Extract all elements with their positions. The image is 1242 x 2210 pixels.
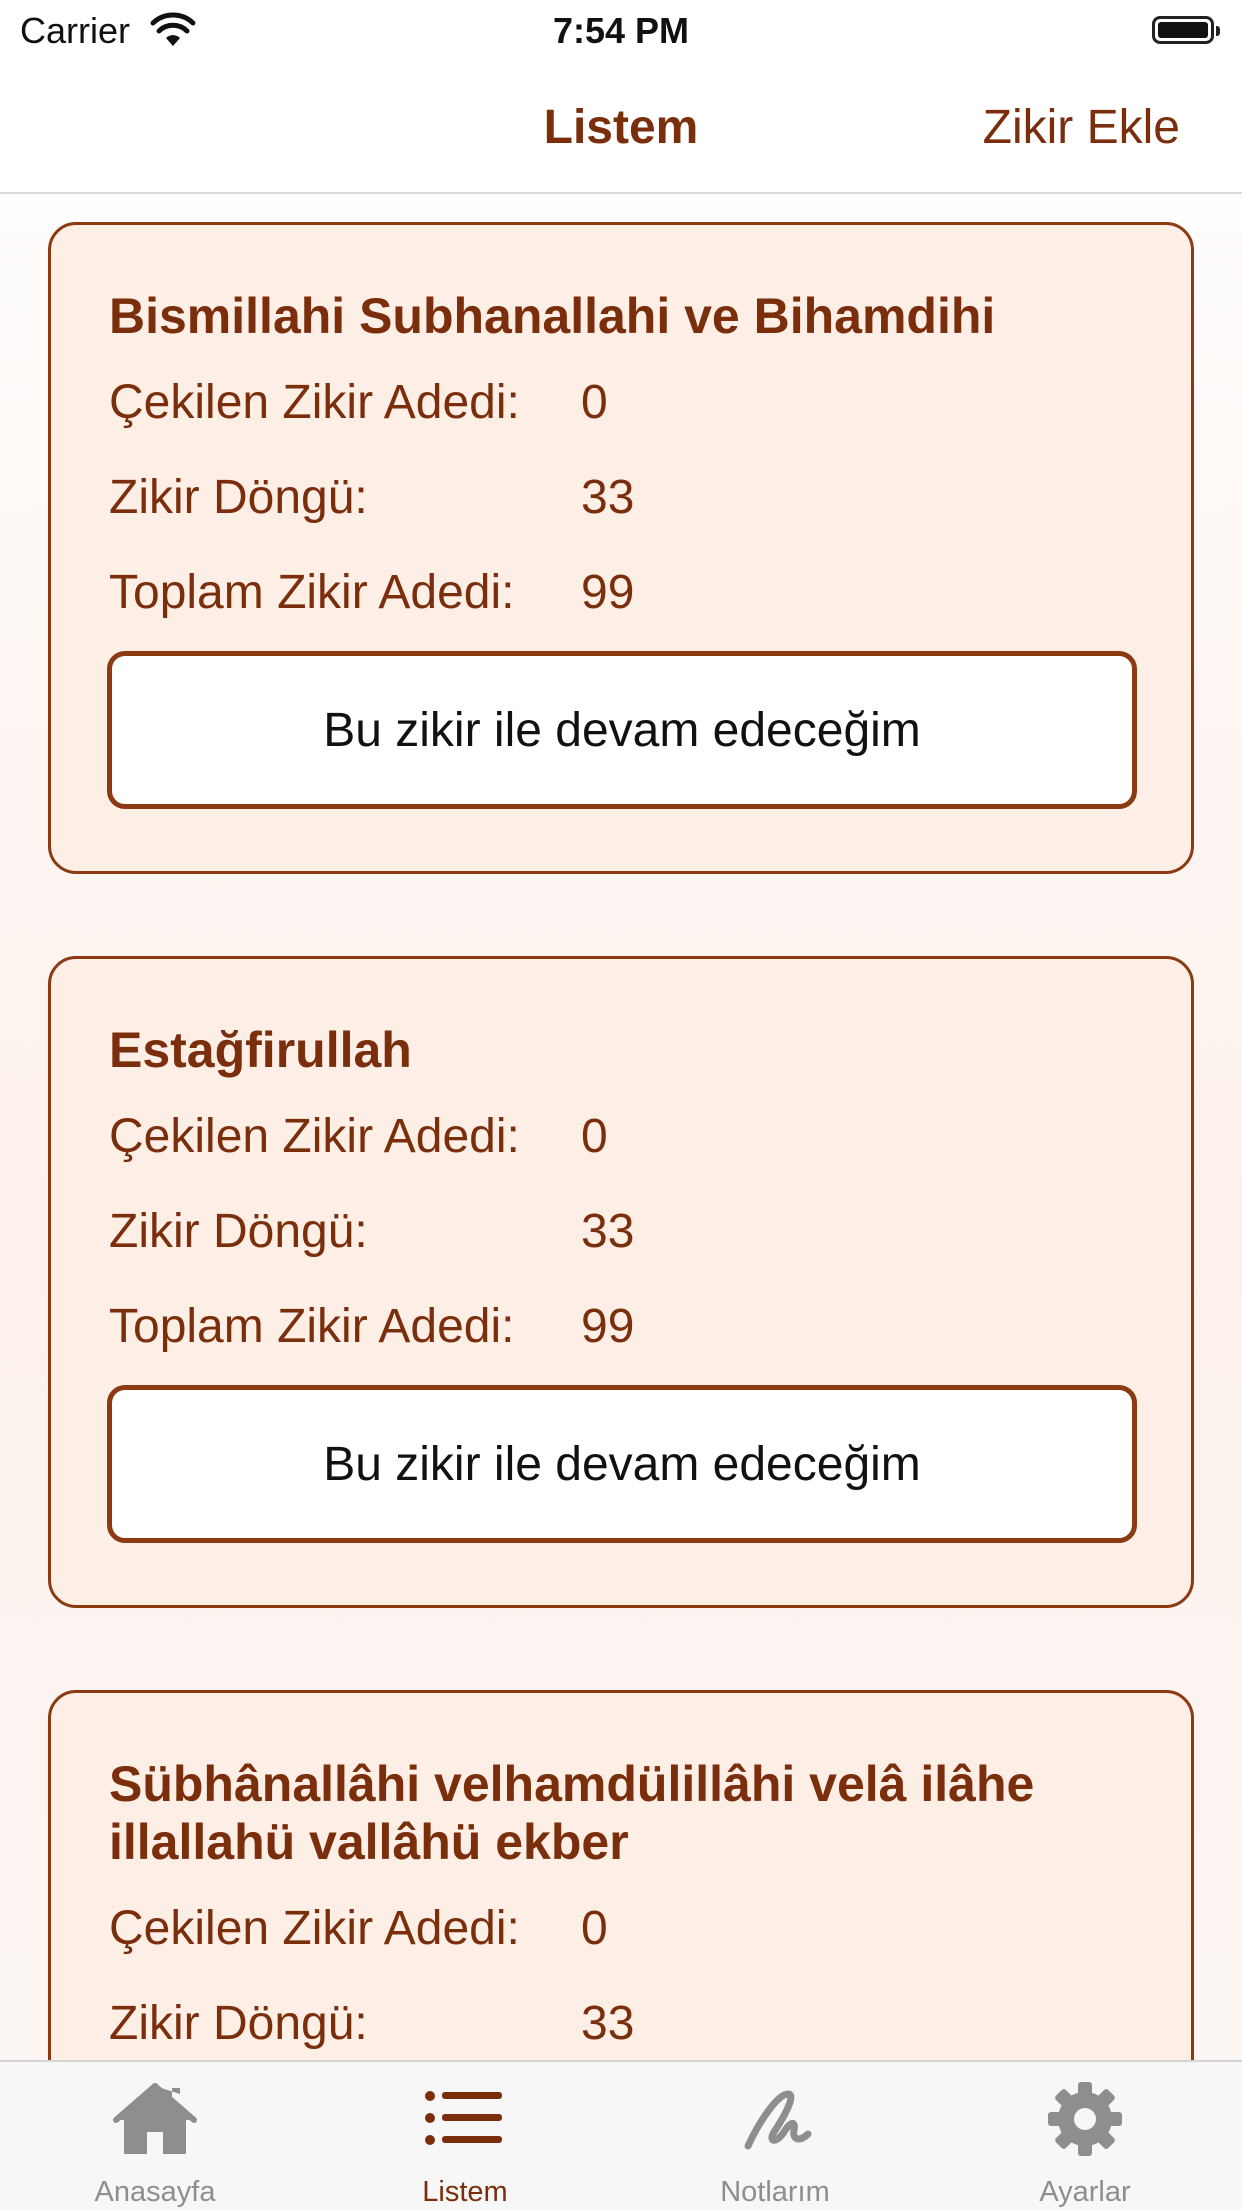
zikir-title: Sübhânallâhi velhamdülillâhi velâ ilâhe …	[109, 1756, 1035, 1870]
tab-ayarlar[interactable]: Ayarlar	[930, 2062, 1240, 2210]
zikir-card: Estağfirullah Çekilen Zikir Adedi: 0 Ziki…	[48, 956, 1194, 1608]
cycle-row: Zikir Döngü: 33	[109, 470, 634, 525]
cycle-row: Zikir Döngü: 33	[109, 1204, 634, 1259]
tab-listem[interactable]: Listem	[310, 2062, 620, 2210]
tab-label: Listem	[422, 2176, 508, 2208]
scribble-icon	[744, 2090, 812, 2150]
count-label: Çekilen Zikir Adedi:	[109, 376, 520, 429]
clock: 7:54 PM	[552, 10, 690, 51]
tab-label: Notlarım	[720, 2176, 830, 2208]
cycle-label: Zikir Döngü:	[109, 471, 368, 524]
zikir-card: Bismillahi Subhanallahi ve Bihamdihi Çek…	[48, 222, 1194, 874]
total-value: 99	[581, 566, 635, 619]
list-icon	[425, 2091, 502, 2145]
count-row: Çekilen Zikir Adedi: 0	[109, 1109, 608, 1164]
count-label: Çekilen Zikir Adedi:	[109, 1902, 520, 1955]
tab-bar: Anasayfa Listem Notlarım Ayarlar	[0, 2060, 1242, 2210]
zikir-title: Bismillahi Subhanallahi ve Bihamdihi	[109, 288, 996, 344]
count-value: 0	[581, 376, 608, 429]
tab-label: Ayarlar	[1039, 2176, 1131, 2208]
battery-icon	[1152, 16, 1220, 44]
total-row: Toplam Zikir Adedi: 99	[109, 565, 634, 620]
count-row: Çekilen Zikir Adedi: 0	[109, 375, 608, 430]
count-label: Çekilen Zikir Adedi:	[109, 1110, 520, 1163]
total-row: Toplam Zikir Adedi: 99	[109, 1299, 634, 1354]
cycle-row: Zikir Döngü: 33	[109, 1996, 634, 2051]
status-bar: Carrier 7:54 PM	[0, 0, 1242, 64]
tab-anasayfa[interactable]: Anasayfa	[0, 2062, 310, 2210]
zikir-card: Sübhânallâhi velhamdülillâhi velâ ilâhe …	[48, 1690, 1194, 2060]
gear-icon	[1048, 2082, 1122, 2156]
count-value: 0	[581, 1902, 608, 1955]
cycle-value: 33	[581, 1205, 635, 1258]
tab-label: Anasayfa	[94, 2176, 216, 2208]
total-label: Toplam Zikir Adedi:	[109, 566, 515, 619]
home-icon	[113, 2083, 197, 2154]
total-value: 99	[581, 1300, 635, 1353]
continue-zikir-button[interactable]: Bu zikir ile devam edeceğim	[107, 651, 1137, 809]
navigation-bar: Listem Zikir Ekle	[0, 64, 1242, 194]
cycle-value: 33	[581, 1997, 635, 2050]
total-label: Toplam Zikir Adedi:	[109, 1300, 515, 1353]
count-value: 0	[581, 1110, 608, 1163]
add-zikir-button[interactable]: Zikir Ekle	[983, 100, 1180, 155]
cycle-label: Zikir Döngü:	[109, 1205, 368, 1258]
continue-zikir-button[interactable]: Bu zikir ile devam edeceğim	[107, 1385, 1137, 1543]
cycle-label: Zikir Döngü:	[109, 1997, 368, 2050]
count-row: Çekilen Zikir Adedi: 0	[109, 1901, 608, 1956]
zikir-list[interactable]: Bismillahi Subhanallahi ve Bihamdihi Çek…	[0, 194, 1242, 2060]
tab-notlarim[interactable]: Notlarım	[620, 2062, 930, 2210]
cycle-value: 33	[581, 471, 635, 524]
zikir-title: Estağfirullah	[109, 1022, 412, 1078]
